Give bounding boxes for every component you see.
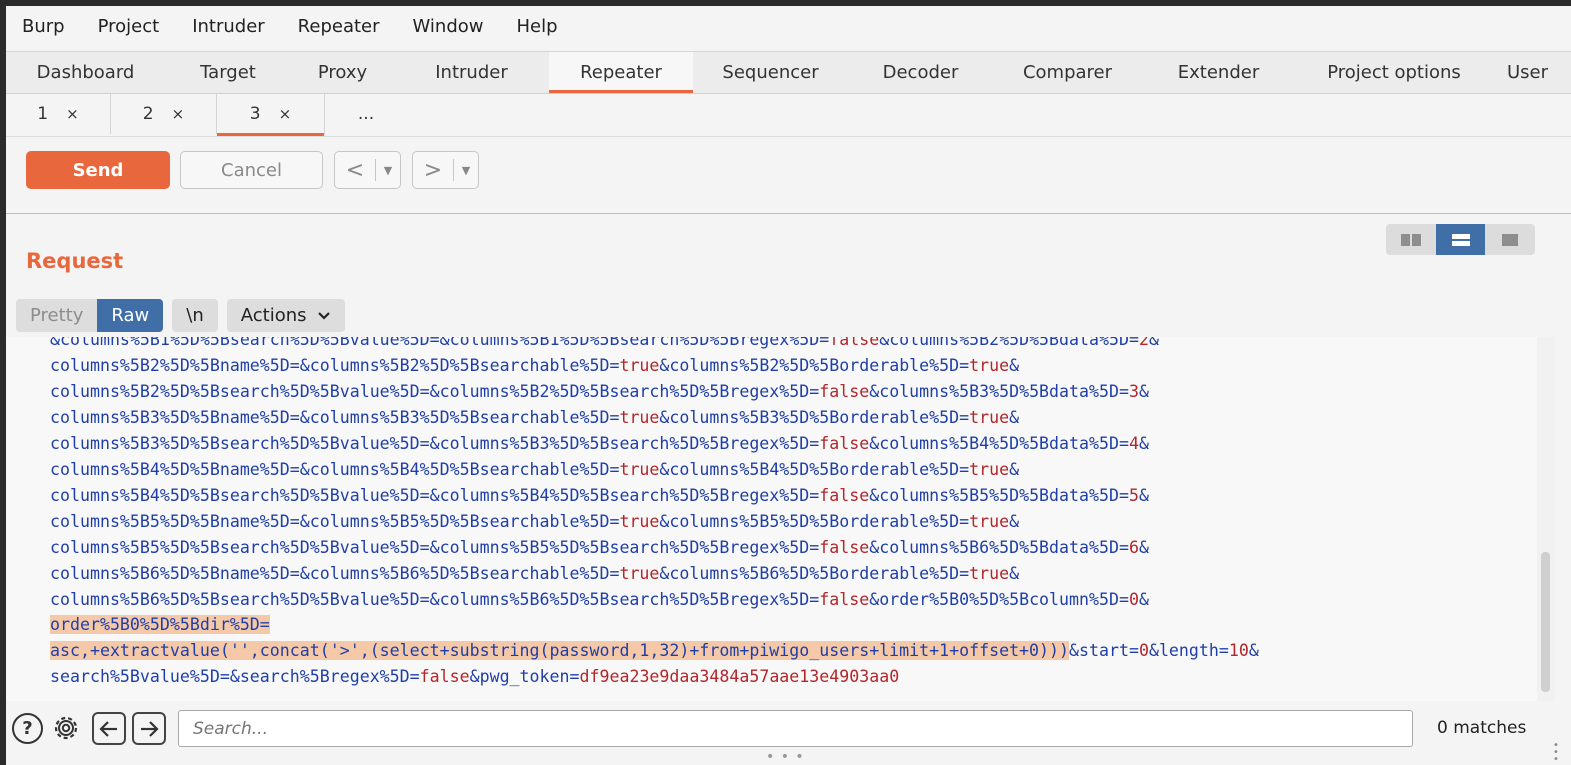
request-title: Request [26, 249, 124, 273]
repeater-tabs: 1 × 2 × 3 × ... [6, 94, 1571, 136]
tab-comparer[interactable]: Comparer [993, 52, 1142, 93]
menu-burp[interactable]: Burp [22, 16, 65, 37]
chevron-left-icon: < [345, 157, 365, 183]
tab-decoder[interactable]: Decoder [848, 52, 993, 93]
request-panel: Request Pretty Raw \n Actions &columns%5… [6, 214, 1571, 765]
tab-proxy[interactable]: Proxy [291, 52, 394, 93]
chevron-down-icon [317, 311, 330, 320]
side-resize-handle-icon[interactable]: • • • [1553, 741, 1559, 765]
show-newlines-button[interactable]: \n [172, 299, 218, 332]
tab-user-options[interactable]: User [1493, 52, 1571, 93]
actions-group: Actions [226, 299, 345, 332]
menu-help[interactable]: Help [517, 16, 558, 37]
menu-window[interactable]: Window [413, 16, 484, 37]
request-editor[interactable]: &columns%5B1%5D%5Bsearch%5D%5Bvalue%5D=&… [6, 337, 1537, 701]
close-icon[interactable]: × [66, 105, 79, 123]
next-match-button[interactable] [132, 712, 166, 745]
repeater-tab-label: 1 [37, 104, 49, 124]
raw-button[interactable]: Raw [97, 299, 164, 332]
repeater-toolbar: Send Cancel < ▼ > ▼ [6, 136, 1571, 214]
pretty-button[interactable]: Pretty [16, 299, 98, 332]
forward-history-button[interactable]: > ▼ [412, 151, 479, 189]
tab-intruder[interactable]: Intruder [394, 52, 549, 93]
help-icon[interactable]: ? [12, 713, 43, 744]
layout-tabs-button[interactable] [1485, 224, 1535, 255]
search-bar: ? 0 matches [6, 703, 1571, 748]
close-icon[interactable]: × [172, 105, 185, 123]
tab-sequencer[interactable]: Sequencer [693, 52, 848, 93]
search-input[interactable] [178, 710, 1413, 747]
chevron-right-icon: > [423, 157, 443, 183]
layout-toggle [1386, 224, 1535, 255]
menu-project[interactable]: Project [98, 16, 160, 37]
newline-group: \n [172, 299, 218, 332]
cancel-button[interactable]: Cancel [180, 151, 323, 189]
arrow-left-icon [99, 720, 117, 737]
menu-bar: Burp Project Intruder Repeater Window He… [6, 6, 1571, 46]
tab-repeater[interactable]: Repeater [549, 52, 693, 93]
menu-intruder[interactable]: Intruder [192, 16, 264, 37]
repeater-tab-label: 2 [142, 104, 154, 124]
repeater-tab-1[interactable]: 1 × [6, 94, 111, 134]
repeater-tab-label: 3 [249, 104, 261, 124]
repeater-tab-new[interactable]: ... [325, 94, 407, 134]
menu-repeater[interactable]: Repeater [298, 16, 380, 37]
tab-project-options[interactable]: Project options [1295, 52, 1493, 93]
resize-handle-icon[interactable]: • • • [766, 749, 805, 765]
repeater-tab-2[interactable]: 2 × [111, 94, 217, 134]
dropdown-arrow-icon[interactable]: ▼ [376, 164, 400, 177]
single-pane-icon [1502, 233, 1519, 246]
gear-icon[interactable] [49, 711, 83, 745]
actions-label: Actions [240, 305, 307, 326]
tab-target[interactable]: Target [165, 52, 291, 93]
repeater-tab-3[interactable]: 3 × [217, 94, 325, 136]
tool-tabs: Dashboard Target Proxy Intruder Repeater… [6, 51, 1571, 94]
columns-icon [1411, 233, 1421, 246]
close-icon[interactable]: × [279, 105, 292, 123]
back-history-button[interactable]: < ▼ [334, 151, 401, 189]
new-tab-ellipsis: ... [357, 104, 375, 124]
rows-icon [1451, 233, 1470, 246]
view-mode-group: Pretty Raw [16, 299, 164, 332]
arrow-right-icon [141, 720, 159, 737]
send-button[interactable]: Send [26, 151, 170, 189]
burp-window: Burp Project Intruder Repeater Window He… [6, 6, 1571, 765]
editor-scrollbar[interactable] [1537, 337, 1555, 701]
tab-dashboard[interactable]: Dashboard [6, 52, 165, 93]
scrollbar-thumb[interactable] [1541, 552, 1550, 692]
actions-button[interactable]: Actions [226, 299, 345, 332]
message-view-bar: Pretty Raw \n Actions [16, 299, 354, 332]
dropdown-arrow-icon[interactable]: ▼ [454, 164, 478, 177]
columns-icon [1400, 233, 1410, 246]
tab-extender[interactable]: Extender [1142, 52, 1295, 93]
layout-stacked-button[interactable] [1435, 224, 1486, 255]
previous-match-button[interactable] [92, 712, 126, 745]
layout-side-by-side-button[interactable] [1386, 224, 1436, 255]
raw-request-text[interactable]: &columns%5B1%5D%5Bsearch%5D%5Bvalue%5D=&… [50, 337, 1259, 690]
match-count: 0 matches [1437, 718, 1527, 738]
